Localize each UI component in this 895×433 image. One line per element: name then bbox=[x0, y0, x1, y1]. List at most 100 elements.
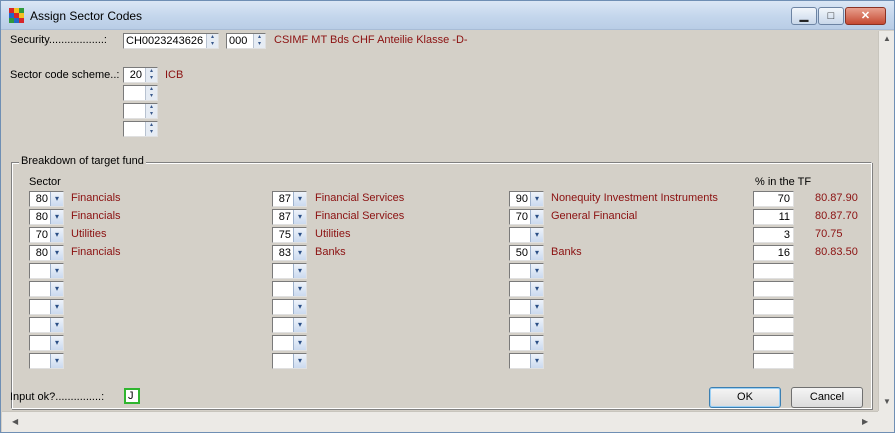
sector-level2-combo[interactable]: 87 ▾ bbox=[272, 191, 307, 207]
pct-field[interactable]: 70 bbox=[753, 191, 794, 207]
sector-level3-combo[interactable]: 50 ▾ bbox=[509, 245, 544, 261]
sector-level1-combo[interactable]: 80 ▾ bbox=[29, 245, 64, 261]
chevron-down-icon[interactable]: ▾ bbox=[530, 210, 543, 224]
sector-level2-combo[interactable]: 87 ▾ bbox=[272, 209, 307, 225]
sector-level3-combo[interactable]: ▾ bbox=[509, 353, 544, 369]
cancel-button[interactable]: Cancel bbox=[791, 387, 863, 408]
scheme-spin-icon[interactable]: ▴ ▾ bbox=[145, 122, 157, 136]
chevron-down-icon[interactable]: ▾ bbox=[50, 282, 63, 296]
sector-level1-combo[interactable]: ▾ bbox=[29, 317, 64, 333]
chevron-down-icon[interactable]: ▾ bbox=[50, 228, 63, 242]
pct-field[interactable]: 3 bbox=[753, 227, 794, 243]
chevron-down-icon[interactable]: ▾ bbox=[50, 264, 63, 278]
sector-level2-combo[interactable]: ▾ bbox=[272, 299, 307, 315]
chevron-down-icon[interactable]: ▾ bbox=[50, 246, 63, 260]
minimize-button[interactable]: ▁ bbox=[791, 7, 817, 25]
chevron-down-icon[interactable]: ▾ bbox=[50, 336, 63, 350]
scheme-field-4[interactable]: ▴ ▾ bbox=[123, 121, 158, 137]
chevron-down-icon[interactable]: ▾ bbox=[530, 354, 543, 368]
security-isin-field[interactable]: CH0023243626 ▴ ▾ bbox=[123, 33, 219, 49]
sector-level1-combo[interactable]: ▾ bbox=[29, 335, 64, 351]
chevron-down-icon[interactable]: ▾ bbox=[530, 228, 543, 242]
sector-level2-combo[interactable]: ▾ bbox=[272, 263, 307, 279]
vertical-scrollbar[interactable]: ▲ ▼ bbox=[878, 31, 894, 411]
pct-field[interactable] bbox=[753, 263, 794, 279]
pct-field[interactable] bbox=[753, 299, 794, 315]
chevron-down-icon[interactable]: ▾ bbox=[530, 192, 543, 206]
sector-level2-combo[interactable]: 75 ▾ bbox=[272, 227, 307, 243]
sector-level3-combo[interactable]: ▾ bbox=[509, 317, 544, 333]
sector-level1-combo[interactable]: 80 ▾ bbox=[29, 209, 64, 225]
chevron-down-icon[interactable]: ▾ bbox=[293, 282, 306, 296]
chevron-down-icon[interactable]: ▾ bbox=[293, 228, 306, 242]
chevron-down-icon[interactable]: ▾ bbox=[50, 300, 63, 314]
chevron-down-icon[interactable]: ▾ bbox=[50, 210, 63, 224]
pct-field[interactable] bbox=[753, 317, 794, 333]
sector-level2-combo[interactable]: ▾ bbox=[272, 353, 307, 369]
scheme-field-2[interactable]: ▴ ▾ bbox=[123, 85, 158, 101]
sector-level2-combo[interactable]: ▾ bbox=[272, 281, 307, 297]
chevron-down-icon[interactable]: ▾ bbox=[293, 246, 306, 260]
sector-level1-combo[interactable]: 70 ▾ bbox=[29, 227, 64, 243]
close-button[interactable]: ✕ bbox=[845, 7, 886, 25]
isin-spin-icon[interactable]: ▴ ▾ bbox=[206, 34, 218, 48]
sector-level3-combo[interactable]: ▾ bbox=[509, 263, 544, 279]
scheme-field-3[interactable]: ▴ ▾ bbox=[123, 103, 158, 119]
sector-level2-name: Financial Services bbox=[315, 192, 405, 204]
sector-level2-combo[interactable]: ▾ bbox=[272, 317, 307, 333]
sector-level3-combo[interactable]: 90 ▾ bbox=[509, 191, 544, 207]
chevron-down-icon[interactable]: ▾ bbox=[293, 192, 306, 206]
ok-button[interactable]: OK bbox=[709, 387, 781, 408]
chevron-down-icon[interactable]: ▾ bbox=[293, 300, 306, 314]
sector-level1-combo[interactable]: 80 ▾ bbox=[29, 191, 64, 207]
size-grip[interactable] bbox=[878, 411, 894, 432]
sector-level3-combo[interactable]: ▾ bbox=[509, 281, 544, 297]
input-ok-field[interactable]: J bbox=[124, 388, 140, 404]
chevron-down-icon[interactable]: ▾ bbox=[530, 318, 543, 332]
chevron-down-icon[interactable]: ▾ bbox=[50, 318, 63, 332]
horizontal-scrollbar[interactable]: ◀ ▶ bbox=[2, 411, 878, 432]
sector-level1-combo[interactable]: ▾ bbox=[29, 299, 64, 315]
chevron-down-icon[interactable]: ▾ bbox=[50, 192, 63, 206]
scroll-down-icon[interactable]: ▼ bbox=[883, 397, 891, 406]
sector-level1-combo[interactable]: ▾ bbox=[29, 281, 64, 297]
sector-level3-combo[interactable]: ▾ bbox=[509, 299, 544, 315]
chevron-down-icon[interactable]: ▾ bbox=[293, 354, 306, 368]
chevron-down-icon[interactable]: ▾ bbox=[50, 354, 63, 368]
suffix-spin-icon[interactable]: ▴ ▾ bbox=[253, 34, 265, 48]
sector-level2-combo[interactable]: 83 ▾ bbox=[272, 245, 307, 261]
scheme-field-1[interactable]: 20 ▴ ▾ bbox=[123, 67, 158, 83]
chevron-down-icon[interactable]: ▾ bbox=[530, 264, 543, 278]
chevron-down-icon[interactable]: ▾ bbox=[530, 246, 543, 260]
chevron-down-icon[interactable]: ▾ bbox=[293, 264, 306, 278]
chevron-down-icon[interactable]: ▾ bbox=[293, 210, 306, 224]
sector-level3-combo[interactable]: ▾ bbox=[509, 227, 544, 243]
chevron-down-icon[interactable]: ▾ bbox=[530, 282, 543, 296]
scroll-left-icon[interactable]: ◀ bbox=[12, 417, 18, 426]
pct-field[interactable]: 11 bbox=[753, 209, 794, 225]
scroll-right-icon[interactable]: ▶ bbox=[862, 417, 868, 426]
scheme-spin-icon[interactable]: ▴ ▾ bbox=[145, 86, 157, 100]
chevron-down-icon[interactable]: ▾ bbox=[293, 318, 306, 332]
pct-field[interactable] bbox=[753, 353, 794, 369]
sector-level3-combo[interactable]: ▾ bbox=[509, 335, 544, 351]
sector-level2-combo[interactable]: ▾ bbox=[272, 335, 307, 351]
chevron-down-icon[interactable]: ▾ bbox=[530, 300, 543, 314]
security-label: Security..................: bbox=[10, 34, 107, 46]
scheme-spin-icon[interactable]: ▴ ▾ bbox=[145, 104, 157, 118]
sector-level1-combo[interactable]: ▾ bbox=[29, 353, 64, 369]
pct-field[interactable] bbox=[753, 281, 794, 297]
pct-field[interactable]: 16 bbox=[753, 245, 794, 261]
maximize-button[interactable]: □ bbox=[818, 7, 844, 25]
chevron-down-icon[interactable]: ▾ bbox=[293, 336, 306, 350]
sector-level1-combo[interactable]: ▾ bbox=[29, 263, 64, 279]
scheme-spin-icon[interactable]: ▴ ▾ bbox=[145, 68, 157, 82]
title-bar[interactable]: Assign Sector Codes ▁ □ ✕ bbox=[1, 1, 894, 30]
scroll-up-icon[interactable]: ▲ bbox=[883, 34, 891, 43]
sector-code: 75 bbox=[278, 229, 291, 241]
security-suffix-field[interactable]: 000 ▴ ▾ bbox=[226, 33, 266, 49]
sector-level3-combo[interactable]: 70 ▾ bbox=[509, 209, 544, 225]
pct-field[interactable] bbox=[753, 335, 794, 351]
close-icon: ✕ bbox=[860, 10, 871, 22]
chevron-down-icon[interactable]: ▾ bbox=[530, 336, 543, 350]
